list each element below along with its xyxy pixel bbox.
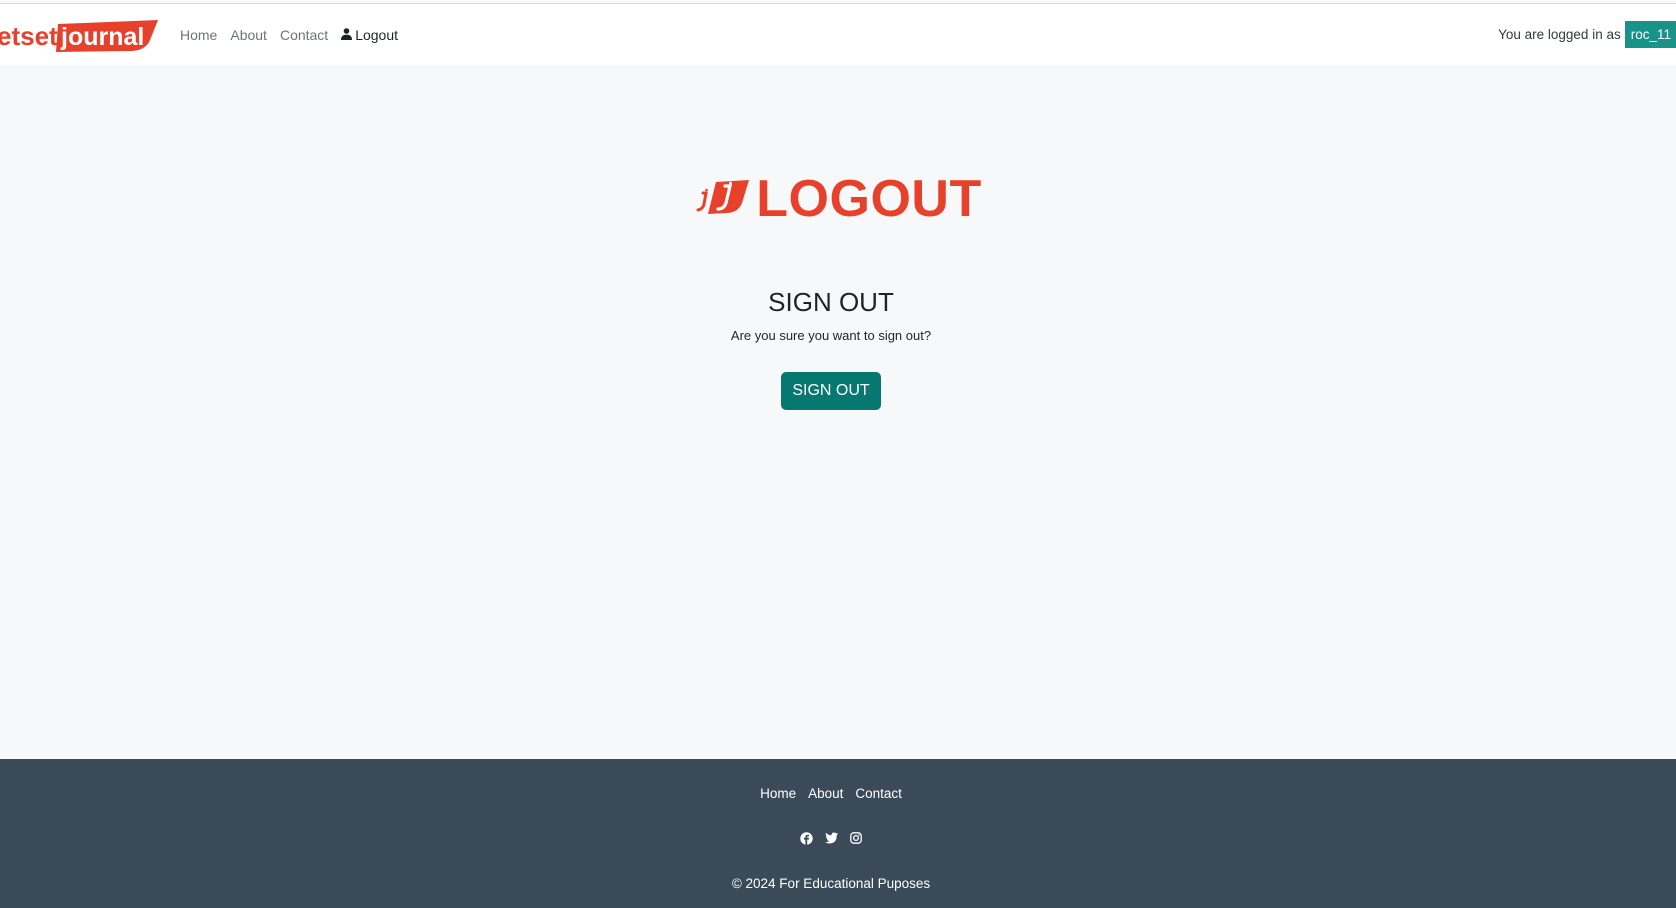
brand-logo[interactable]: etset journal xyxy=(0,18,158,54)
nav-link-home[interactable]: Home xyxy=(180,27,217,43)
footer-link-about[interactable]: About xyxy=(808,786,843,801)
nav-link-logout[interactable]: Logout xyxy=(341,27,398,43)
footer-links: Home About Contact xyxy=(0,786,1662,801)
journal-logo-icon xyxy=(696,180,750,214)
nav-link-home-label: Home xyxy=(180,26,218,43)
signout-heading: SIGN OUT xyxy=(768,287,894,317)
nav-links: Home About Contact Logout xyxy=(180,4,411,65)
twitter-icon[interactable] xyxy=(824,831,838,845)
page-title: LOGOUT xyxy=(756,170,982,228)
main-content: LOGOUT SIGN OUT Are you sure you want to… xyxy=(0,65,1676,759)
username-badge: roc_11 xyxy=(1624,21,1676,48)
navbar: etset journal Home About Contact Logout … xyxy=(0,4,1676,65)
footer-link-contact[interactable]: Contact xyxy=(855,786,902,801)
logged-in-status: You are logged in as roc_11 xyxy=(1498,4,1676,65)
signout-button[interactable]: SIGN OUT xyxy=(781,372,881,410)
footer-link-home[interactable]: Home xyxy=(760,786,796,801)
facebook-icon[interactable] xyxy=(799,831,813,845)
instagram-icon[interactable] xyxy=(849,831,863,845)
nav-link-about-label: About xyxy=(230,26,267,43)
footer: Home About Contact © 2024 For Educationa… xyxy=(0,759,1676,908)
page: etset journal Home About Contact Logout … xyxy=(0,0,1676,908)
nav-link-contact-label: Contact xyxy=(279,26,329,43)
nav-link-logout-label: Logout xyxy=(355,26,399,43)
footer-copyright: © 2024 For Educational Puposes xyxy=(731,876,931,891)
signout-question: Are you sure you want to sign out? xyxy=(730,328,932,343)
person-icon xyxy=(341,27,353,43)
logged-in-label: You are logged in as xyxy=(1498,27,1621,42)
nav-link-about[interactable]: About xyxy=(230,27,267,43)
svg-text:journal: journal xyxy=(60,23,144,51)
svg-text:etset: etset xyxy=(0,21,58,51)
nav-link-contact[interactable]: Contact xyxy=(280,27,328,43)
hero-heading: LOGOUT xyxy=(0,173,1676,225)
footer-social-links xyxy=(0,831,1662,845)
brand-logo-icon: etset journal xyxy=(0,20,158,52)
